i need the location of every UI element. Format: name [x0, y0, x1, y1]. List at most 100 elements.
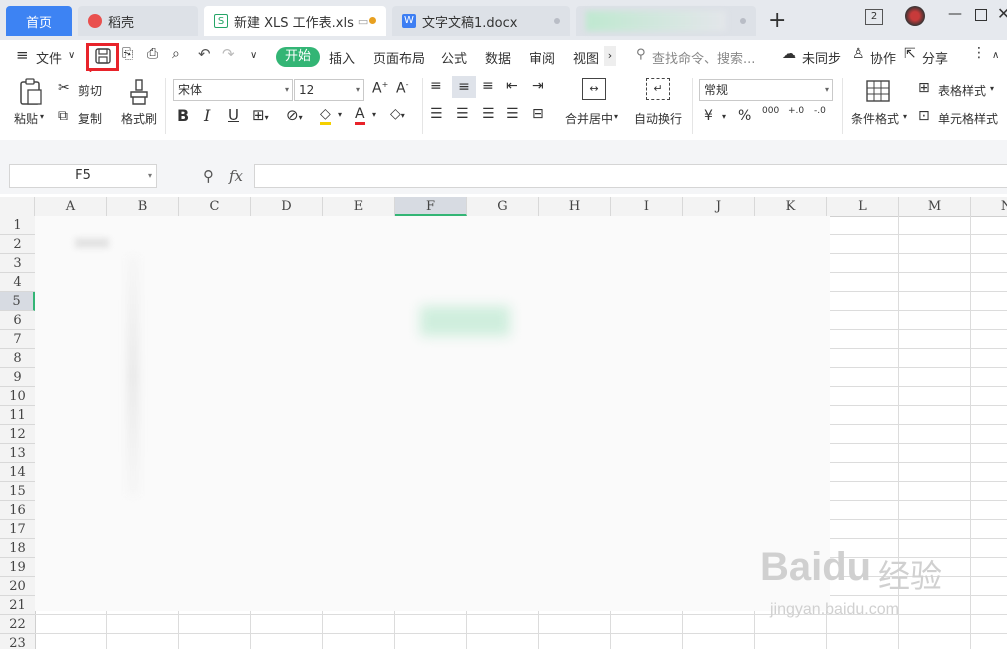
row-header-18[interactable]: 18 [0, 539, 35, 558]
menu-review[interactable]: 审阅 [529, 48, 555, 67]
tab-close-dot-icon[interactable] [740, 18, 746, 24]
column-header-f[interactable]: F [395, 197, 467, 216]
chevron-down-icon[interactable]: ∨ [68, 50, 75, 61]
more-icon[interactable]: ⋮ [972, 45, 986, 61]
fill-color-icon[interactable]: ◇ [320, 106, 331, 125]
row-header-7[interactable]: 7 [0, 330, 35, 349]
font-name-select[interactable]: 宋体 ▾ [173, 79, 293, 101]
menu-formula[interactable]: 公式 [441, 48, 467, 67]
italic-button[interactable]: I [204, 106, 210, 125]
wrap-text-icon[interactable]: ↵ [646, 78, 670, 100]
command-search[interactable]: 查找命令、搜索... [652, 48, 755, 67]
name-box[interactable]: F5 ▾ [9, 164, 157, 188]
maximize-icon[interactable] [975, 9, 987, 21]
menu-data[interactable]: 数据 [485, 48, 511, 67]
new-tab-button[interactable]: + [768, 8, 786, 33]
align-left-icon[interactable]: ☰ [430, 106, 443, 122]
row-header-23[interactable]: 23 [0, 634, 35, 649]
minimize-icon[interactable]: — [948, 6, 962, 22]
column-header-l[interactable]: L [827, 197, 899, 216]
border-icon[interactable]: ⊞▾ [252, 106, 269, 124]
row-header-2[interactable]: 2 [0, 235, 35, 254]
row-header-10[interactable]: 10 [0, 387, 35, 406]
undo-icon[interactable]: ↶ [198, 45, 211, 63]
row-header-22[interactable]: 22 [0, 615, 35, 634]
font-grow-icon[interactable]: A+ [372, 80, 388, 97]
collapse-ribbon-icon[interactable]: ∧ [992, 50, 999, 61]
chevron-down-icon[interactable]: ▾ [722, 112, 726, 121]
table-style-button[interactable]: 表格样式 [938, 82, 986, 99]
row-header-8[interactable]: 8 [0, 349, 35, 368]
menu-file[interactable]: 文件 [36, 48, 62, 67]
window-count-badge[interactable]: 2 [865, 9, 883, 25]
select-all-corner[interactable] [0, 197, 35, 216]
sync-status[interactable]: 未同步 [802, 48, 841, 67]
selected-cell-f5[interactable] [420, 306, 510, 336]
row-header-4[interactable]: 4 [0, 273, 35, 292]
row-header-13[interactable]: 13 [0, 444, 35, 463]
decimal-decrease-button[interactable]: -.0 [814, 106, 826, 116]
eraser-icon[interactable]: ◇▾ [390, 106, 405, 122]
zoom-search-icon[interactable]: ⚲ [203, 167, 214, 185]
column-header-j[interactable]: J [683, 197, 755, 216]
chevron-down-icon[interactable]: ▾ [40, 112, 44, 121]
conditional-format-button[interactable]: 条件格式 [851, 110, 899, 127]
column-header-a[interactable]: A [35, 197, 107, 216]
formula-input[interactable] [254, 164, 1007, 188]
chevron-down-icon[interactable]: ▾ [990, 84, 994, 93]
conditional-format-icon[interactable] [866, 80, 890, 102]
avatar[interactable] [905, 6, 925, 26]
decimal-increase-button[interactable]: +.0 [788, 106, 804, 116]
scissors-icon[interactable]: ✂ [58, 80, 70, 96]
row-header-17[interactable]: 17 [0, 520, 35, 539]
row-header-14[interactable]: 14 [0, 463, 35, 482]
row-header-12[interactable]: 12 [0, 425, 35, 444]
row-header-6[interactable]: 6 [0, 311, 35, 330]
wrap-text-button[interactable]: 自动换行 [634, 110, 682, 127]
column-header-e[interactable]: E [323, 197, 395, 216]
tab-docer[interactable]: 稻壳 [78, 6, 198, 36]
currency-button[interactable]: ¥ [704, 108, 713, 124]
share-button[interactable]: 分享 [922, 48, 948, 67]
tab-close-dot-icon[interactable] [554, 18, 560, 24]
tab-blurred[interactable] [576, 6, 756, 36]
align-center-icon[interactable]: ☰ [456, 106, 469, 122]
tab-home[interactable]: 首页 [6, 6, 72, 36]
paste-button[interactable]: 粘贴 [14, 110, 38, 127]
chevron-down-icon[interactable]: ▾ [148, 165, 152, 187]
row-header-5[interactable]: 5 [0, 292, 35, 311]
row-header-16[interactable]: 16 [0, 501, 35, 520]
column-header-h[interactable]: H [539, 197, 611, 216]
redo-icon[interactable]: ↷ [222, 45, 235, 63]
menu-view[interactable]: 视图 [573, 48, 599, 67]
row-header-9[interactable]: 9 [0, 368, 35, 387]
tab-docx[interactable]: W 文字文稿1.docx [392, 6, 570, 36]
distribute-icon[interactable]: ⊟ [532, 106, 544, 122]
print-icon[interactable]: ⎙ [147, 46, 158, 62]
align-middle-icon[interactable]: ≡ [452, 76, 476, 98]
print-preview-icon[interactable]: ⌕ [172, 46, 180, 62]
indent-increase-icon[interactable]: ⇥ [532, 78, 544, 94]
thousands-button[interactable]: 000 [762, 106, 779, 116]
close-icon[interactable]: ✕ [997, 4, 1007, 23]
fill-pattern-icon[interactable]: ⊘▾ [286, 106, 303, 124]
table-style-icon[interactable]: ⊞ [918, 80, 930, 96]
fx-button[interactable]: fx [229, 167, 243, 185]
font-shrink-icon[interactable]: A- [396, 80, 408, 97]
indent-decrease-icon[interactable]: ⇤ [506, 78, 518, 94]
row-header-1[interactable]: 1 [0, 216, 35, 235]
bold-button[interactable]: B [177, 106, 189, 125]
column-header-i[interactable]: I [611, 197, 683, 216]
align-bottom-icon[interactable]: ≡ [482, 78, 494, 94]
cell-style-icon[interactable]: ⊡ [918, 108, 930, 124]
chevron-down-icon[interactable]: ▾ [903, 112, 907, 121]
column-header-n[interactable]: N [971, 197, 1007, 216]
hamburger-icon[interactable]: ≡ [16, 46, 29, 64]
font-size-select[interactable]: 12 ▾ [294, 79, 364, 101]
percent-button[interactable]: % [738, 108, 751, 124]
column-header-c[interactable]: C [179, 197, 251, 216]
row-header-21[interactable]: 21 [0, 596, 35, 615]
merge-center-button[interactable]: 合并居中 [565, 110, 613, 127]
row-header-19[interactable]: 19 [0, 558, 35, 577]
menu-scroll-right-icon[interactable]: › [604, 46, 616, 66]
